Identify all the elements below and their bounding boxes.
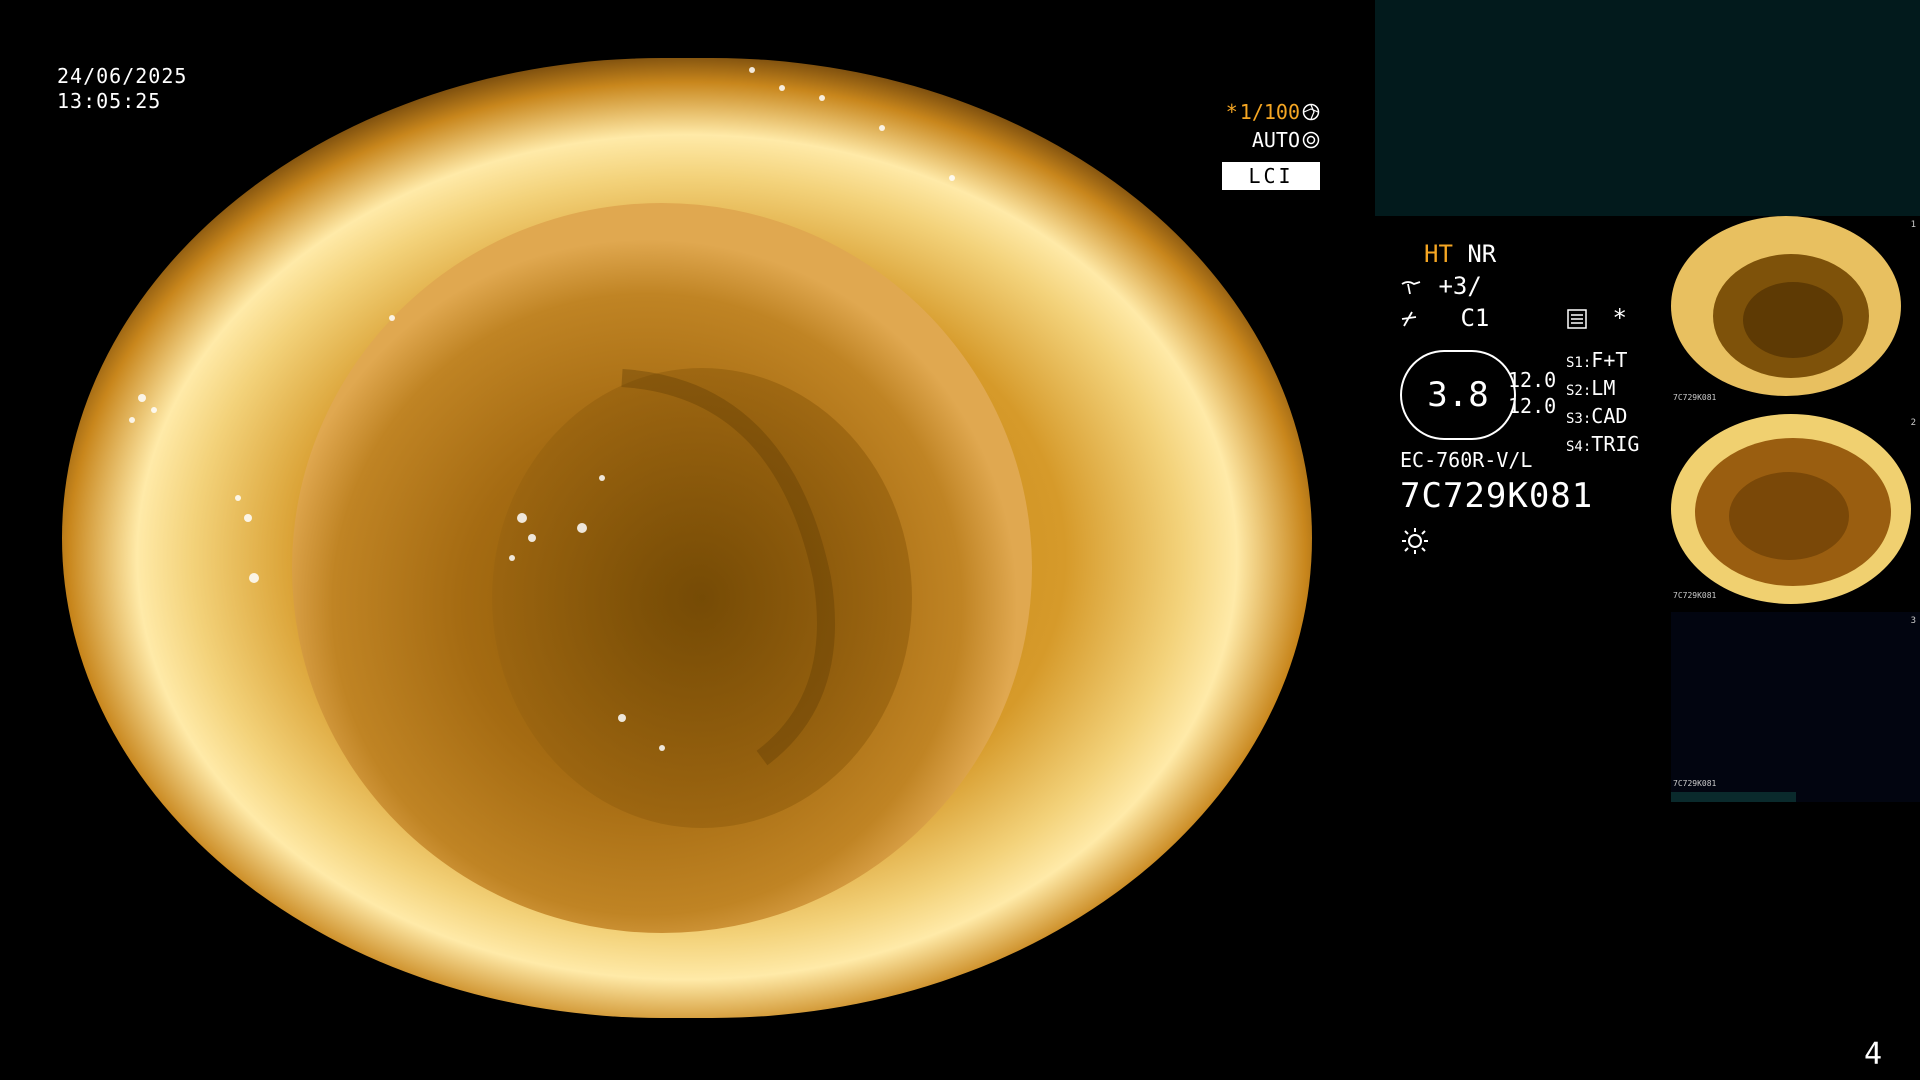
- thumbnail-image: [1671, 414, 1911, 604]
- thumbnail-label: 7C729K081: [1673, 779, 1717, 788]
- nr-indicator: NR: [1467, 240, 1497, 268]
- thumbnail-number: 2: [1910, 418, 1916, 428]
- thumbnail-label: 7C729K081: [1673, 393, 1717, 402]
- scope-serial: 7C729K081: [1400, 476, 1594, 516]
- thumbnail-2[interactable]: 7C729K081 2: [1671, 414, 1920, 604]
- thumbnail-3[interactable]: 7C729K081 3: [1671, 612, 1920, 802]
- capture-thumbnails: 7C729K081 1 7C729K081 2 7C729K081 3: [1671, 216, 1920, 810]
- gauge-value: 3.8: [1427, 375, 1489, 415]
- preset-item: S4:TRIG: [1566, 432, 1640, 456]
- color-value: C1: [1460, 304, 1490, 332]
- range-top: 12.0: [1508, 368, 1557, 392]
- ht-indicator: HT: [1424, 240, 1453, 268]
- enhance-row: +3/: [1400, 272, 1482, 300]
- color-icon: [1401, 311, 1417, 327]
- scope-model: EC-760R-V/L: [1400, 448, 1533, 472]
- image-parameters: * 1/100 AUTO LCI: [1222, 98, 1320, 190]
- thumbnail-number: 3: [1910, 616, 1916, 626]
- gauge-display: 3.8: [1400, 350, 1516, 440]
- light-status: [1400, 526, 1430, 562]
- iris-icon: [1302, 131, 1320, 149]
- menu-star-row: *: [1566, 304, 1627, 332]
- thumbnail-label: 7C729K081: [1673, 591, 1717, 600]
- reserved-display-panel: [1375, 0, 1920, 216]
- endoscope-live-view: [62, 58, 1312, 1018]
- shutter-speed: 1/100: [1239, 100, 1300, 124]
- thumbnail-image: [1671, 216, 1901, 396]
- preset-list: S1:F+T S2:LM S3:CAD S4:TRIG: [1566, 348, 1639, 460]
- page-number: 4: [1863, 1037, 1882, 1072]
- enhance-icon: [1401, 281, 1421, 295]
- ht-nr-row: HT NR: [1424, 240, 1496, 268]
- enhance-value: +3/: [1438, 272, 1482, 300]
- menu-icon: [1567, 309, 1587, 329]
- color-row: C1: [1400, 304, 1489, 332]
- iris-row: AUTO: [1222, 126, 1320, 154]
- observation-mode-badge: LCI: [1222, 162, 1320, 190]
- colon-lumen-image: [62, 58, 1312, 1018]
- preset-item: S3:CAD: [1566, 404, 1628, 428]
- shutter-prefix: *: [1225, 100, 1238, 124]
- thumbnail-number: 1: [1910, 220, 1916, 230]
- date-time-display: 24/06/2025 13:05:25: [57, 64, 187, 114]
- iris-mode: AUTO: [1251, 128, 1300, 152]
- aperture-icon: [1302, 103, 1320, 121]
- time-text: 13:05:25: [57, 89, 162, 113]
- shutter-row: * 1/100: [1222, 98, 1320, 126]
- date-text: 24/06/2025: [57, 64, 188, 88]
- sun-icon: [1402, 528, 1428, 554]
- thumbnail-1[interactable]: 7C729K081 1: [1671, 216, 1920, 406]
- star-indicator: *: [1612, 304, 1627, 332]
- range-bottom: 12.0: [1508, 394, 1557, 418]
- endoscopy-screen: 24/06/2025 13:05:25 * 1/100 AUTO LCI HT …: [0, 0, 1920, 1080]
- thumbnail-bar: [1671, 792, 1796, 802]
- preset-item: S2:LM: [1566, 376, 1616, 400]
- preset-item: S1:F+T: [1566, 348, 1628, 372]
